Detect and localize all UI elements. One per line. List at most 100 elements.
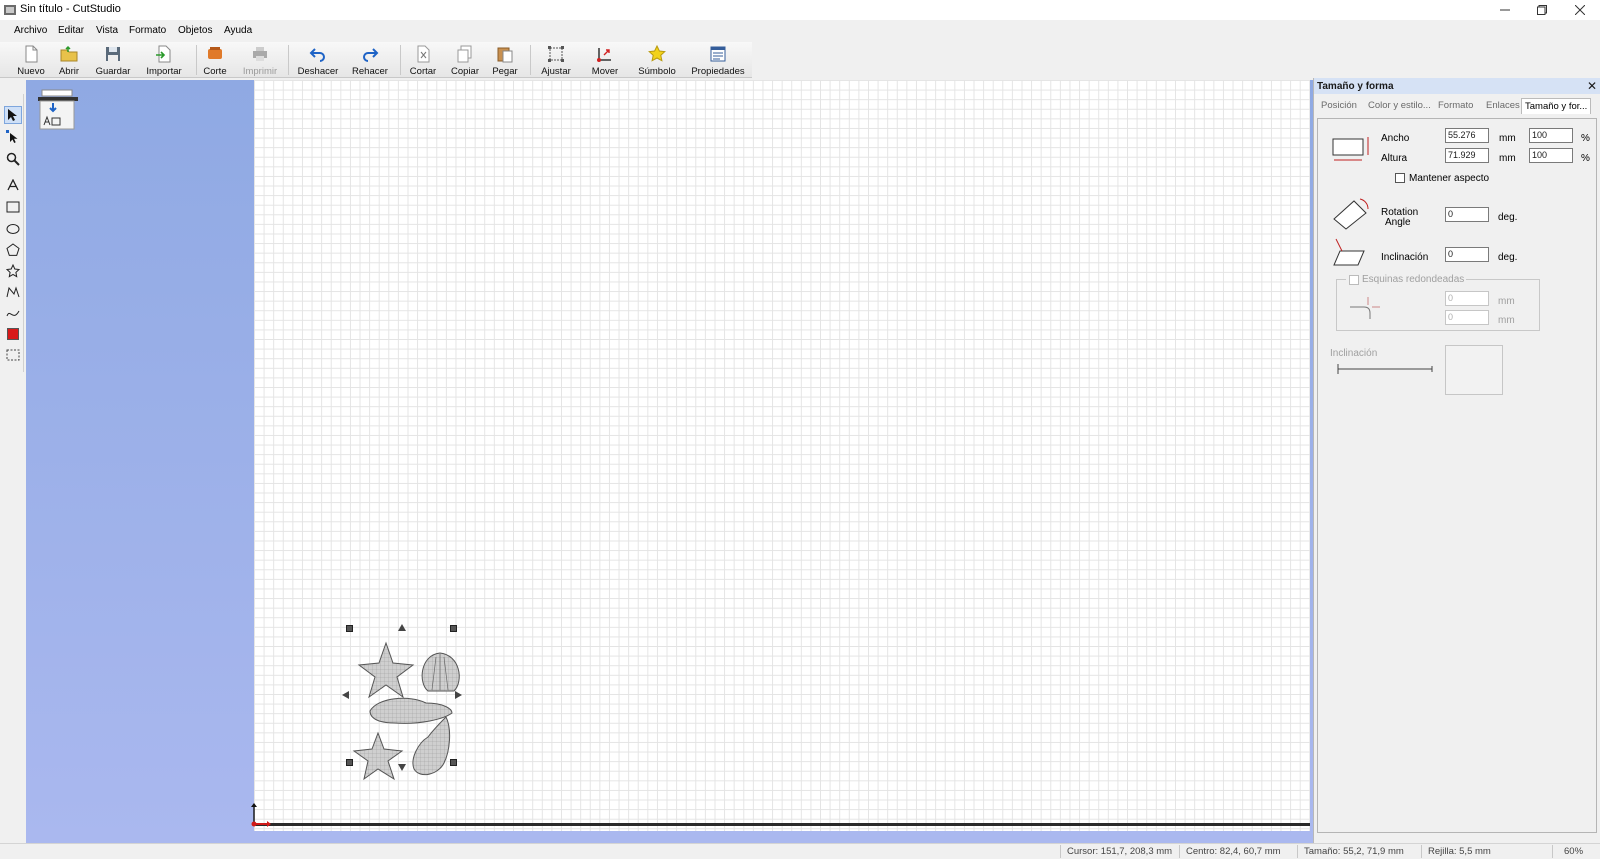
mover-button[interactable]: Mover	[588, 42, 622, 78]
toolbar-separator	[400, 45, 401, 75]
document-thumbnail-icon[interactable]	[36, 88, 80, 132]
title-bar: Sin título - CutStudio	[0, 0, 1600, 20]
starfish-shape	[352, 731, 404, 781]
menu-archivo[interactable]: Archivo	[14, 25, 47, 36]
polyline-tool[interactable]	[4, 283, 22, 301]
status-separator	[1421, 845, 1422, 858]
abrir-label: Abrir	[58, 66, 80, 77]
text-tool[interactable]	[4, 176, 22, 194]
deshacer-button[interactable]: Deshacer	[296, 42, 340, 78]
tab-formato[interactable]: Formato	[1438, 100, 1473, 111]
scale-handle-left-icon[interactable]	[341, 690, 351, 700]
fill-color-tool[interactable]	[4, 325, 22, 343]
star-icon	[6, 264, 20, 278]
ancho-percent-input[interactable]: 100	[1529, 128, 1573, 143]
tab-posicion[interactable]: Posición	[1321, 100, 1357, 111]
rectangle-tool[interactable]	[4, 198, 22, 216]
copiar-label: Copiar	[451, 66, 479, 77]
undo-icon	[309, 48, 325, 62]
spiral-shell-shape	[412, 716, 451, 776]
propiedades-button[interactable]: Propiedades	[690, 42, 746, 78]
esquinas-checkbox[interactable]	[1349, 275, 1359, 285]
esquina-unit-1: mm	[1498, 296, 1515, 307]
propiedades-label: Propiedades	[691, 66, 745, 77]
size-icon	[1332, 137, 1369, 161]
pegar-label: Pegar	[492, 66, 518, 77]
deshacer-label: Deshacer	[297, 66, 339, 77]
altura-unit: mm	[1499, 153, 1516, 164]
select-tool[interactable]	[4, 106, 22, 124]
ancho-input[interactable]: 55.276	[1445, 128, 1489, 143]
tab-enlaces[interactable]: Enlaces	[1486, 100, 1520, 111]
inclinacion-input[interactable]: 0	[1445, 247, 1489, 262]
import-icon	[156, 45, 171, 63]
selection-handle[interactable]	[346, 759, 353, 766]
curve-tool[interactable]	[4, 304, 22, 322]
zoom-tool[interactable]	[4, 150, 22, 168]
minimize-button[interactable]	[1487, 0, 1523, 20]
open-folder-icon	[60, 45, 78, 62]
ellipse-tool[interactable]	[4, 220, 22, 238]
panel-close-icon[interactable]: ✕	[1587, 79, 1597, 93]
preview-box	[1445, 345, 1503, 395]
copiar-button[interactable]: Copiar	[449, 42, 481, 78]
esquina-unit-2: mm	[1498, 315, 1515, 326]
rectangle-icon	[6, 201, 20, 213]
magnifier-icon	[6, 152, 20, 166]
selection-handle[interactable]	[450, 759, 457, 766]
tools-palette	[2, 94, 24, 372]
altura-percent-symbol: %	[1581, 153, 1590, 164]
mover-label: Mover	[591, 66, 619, 77]
selection-handle[interactable]	[450, 625, 457, 632]
starfish-shape	[357, 641, 415, 699]
slider-track-icon[interactable]	[1336, 361, 1436, 377]
marquee-tool[interactable]	[4, 346, 22, 364]
origin-marker-icon	[251, 803, 271, 827]
tab-tamano-forma[interactable]: Tamaño y for...	[1521, 98, 1592, 114]
status-rejilla: Rejilla: 5,5 mm	[1428, 846, 1491, 857]
importar-button[interactable]: Importar	[142, 42, 186, 78]
altura-percent-input[interactable]: 100	[1529, 148, 1573, 163]
scale-handle-top-icon[interactable]	[397, 623, 407, 633]
text-a-icon	[7, 179, 19, 191]
panel-header: Tamaño y forma ✕	[1314, 78, 1600, 94]
close-button[interactable]	[1562, 0, 1598, 20]
tab-color-estilo[interactable]: Color y estilo...	[1368, 100, 1431, 111]
scale-handle-right-icon[interactable]	[453, 690, 463, 700]
corte-label: Corte	[203, 66, 227, 77]
guardar-button[interactable]: Guardar	[92, 42, 134, 78]
star-tool[interactable]	[4, 262, 22, 280]
menu-ayuda[interactable]: Ayuda	[224, 25, 252, 36]
imprimir-button[interactable]: Imprimir	[240, 42, 280, 78]
esquina-radio-1-input[interactable]: 0	[1445, 291, 1489, 306]
dashed-selection-icon	[6, 349, 20, 361]
guardar-label: Guardar	[95, 66, 131, 77]
menu-editar[interactable]: Editar	[58, 25, 84, 36]
esquina-radio-2-input[interactable]: 0	[1445, 310, 1489, 325]
node-edit-tool[interactable]	[4, 128, 22, 146]
abrir-button[interactable]: Abrir	[54, 42, 84, 78]
ajustar-label: Ajustar	[541, 66, 571, 77]
maximize-button[interactable]	[1524, 0, 1560, 20]
selection-handle[interactable]	[346, 625, 353, 632]
menu-formato[interactable]: Formato	[129, 25, 166, 36]
scale-handle-bottom-icon[interactable]	[397, 762, 407, 772]
rehacer-label: Rehacer	[352, 66, 388, 77]
menu-objetos[interactable]: Objetos	[178, 25, 212, 36]
simbolo-button[interactable]: Súmbolo	[638, 42, 676, 78]
nuevo-button[interactable]: Nuevo	[14, 42, 48, 78]
altura-input[interactable]: 71.929	[1445, 148, 1489, 163]
cutter-icon	[208, 47, 222, 59]
rotation-input[interactable]: 0	[1445, 207, 1489, 222]
rehacer-button[interactable]: Rehacer	[350, 42, 390, 78]
menu-vista[interactable]: Vista	[96, 25, 118, 36]
cortar-button[interactable]: Cortar	[406, 42, 440, 78]
pegar-button[interactable]: Pegar	[490, 42, 520, 78]
toolbar-separator	[530, 45, 531, 75]
status-separator	[1297, 845, 1298, 858]
mantener-aspecto-checkbox[interactable]	[1395, 173, 1405, 183]
copy-icon	[457, 45, 472, 63]
ajustar-button[interactable]: Ajustar	[538, 42, 574, 78]
corte-button[interactable]: Corte	[200, 42, 230, 78]
polygon-tool[interactable]	[4, 241, 22, 259]
